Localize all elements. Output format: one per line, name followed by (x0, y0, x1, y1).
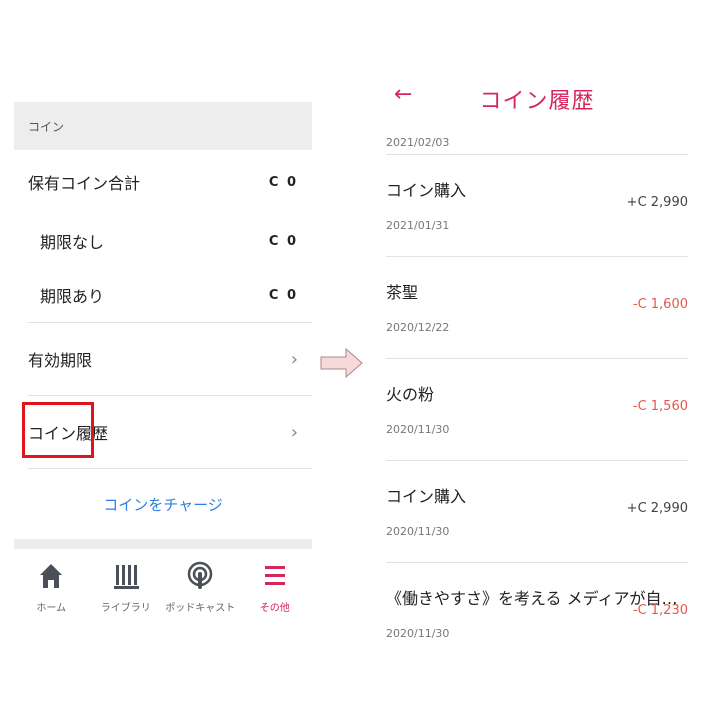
arrow-right-icon (320, 347, 363, 379)
tab-label: その他 (259, 603, 290, 614)
history-item-date: 2020/11/30 (386, 423, 450, 436)
page-title: コイン履歴 (479, 89, 595, 114)
total-coins-value: C 0 (268, 174, 298, 190)
history-item-name: 茶聖 (386, 283, 419, 302)
history-item[interactable]: 火の粉 2020/11/30 -C 1,560 (386, 358, 688, 460)
menu-icon (264, 566, 285, 585)
highlight-box (22, 402, 94, 458)
podcast-icon (188, 561, 213, 589)
coin-history-screen: ← コイン履歴 2021/02/03 コイン購入 2021/01/31 +C 2… (386, 70, 688, 645)
charge-coins-link[interactable]: コインをチャージ (14, 469, 312, 539)
tab-home[interactable]: ホーム (15, 561, 87, 614)
section-separator (14, 539, 312, 549)
total-coins-label: 保有コイン合計 (28, 174, 141, 193)
no-limit-label: 期限なし (40, 233, 105, 252)
chevron-right-icon: › (290, 421, 298, 443)
tab-other[interactable]: その他 (239, 561, 311, 614)
coin-section-header: コイン (14, 102, 312, 150)
coin-history-row[interactable]: コイン履歴 › (14, 396, 312, 468)
history-item-date: 2020/11/30 (386, 525, 450, 538)
limit-label: 期限あり (40, 287, 105, 306)
expiry-row[interactable]: 有効期限 › (14, 323, 312, 395)
expiry-label: 有効期限 (28, 351, 93, 370)
history-item-date: 2020/12/22 (386, 321, 450, 334)
history-item-date: 2020/11/30 (386, 627, 450, 640)
coin-settings-panel: コイン 保有コイン合計 C 0 期限なし C 0 期限あり C 0 有効期限 ›… (14, 102, 312, 642)
history-item[interactable]: コイン購入 2020/11/30 +C 2,990 (386, 460, 688, 562)
tab-library[interactable]: ライブラリ (90, 561, 162, 614)
history-item[interactable]: 《働きやすさ》を考える メディアが自… 2020/11/30 -C 1,230 (386, 562, 688, 645)
history-item-name: コイン購入 (386, 487, 467, 506)
history-item-amount: +C 2,990 (626, 501, 688, 516)
chevron-right-icon: › (290, 348, 298, 370)
limit-value: C 0 (268, 287, 298, 303)
bottom-tab-bar: ホーム ライブラリ ポッドキャスト その他 (14, 549, 312, 614)
tab-label: ホーム (36, 603, 67, 614)
library-icon (113, 565, 139, 589)
history-item-amount: -C 1,600 (632, 297, 688, 312)
tab-label: ポッドキャスト (165, 603, 236, 614)
home-icon (40, 564, 63, 588)
history-item-date: 2021/01/31 (386, 219, 450, 232)
total-coins-row: 保有コイン合計 C 0 (14, 150, 312, 214)
limit-row: 期限あり C 0 (14, 268, 312, 322)
history-item-amount: -C 1,230 (632, 603, 688, 618)
back-arrow-icon[interactable]: ← (394, 82, 412, 107)
charge-coins-label: コインをチャージ (103, 495, 223, 514)
section-label: コイン (28, 119, 65, 134)
header: ← コイン履歴 (386, 70, 688, 128)
history-item-amount: -C 1,560 (632, 399, 688, 414)
partial-item-date: 2021/02/03 (386, 136, 450, 149)
no-limit-row: 期限なし C 0 (14, 214, 312, 268)
history-item-name: 火の粉 (386, 385, 435, 404)
no-limit-value: C 0 (268, 233, 298, 249)
history-item[interactable]: コイン購入 2021/01/31 +C 2,990 (386, 154, 688, 256)
history-item-name: コイン購入 (386, 181, 467, 200)
tab-podcast[interactable]: ポッドキャスト (164, 561, 236, 614)
tab-label: ライブラリ (100, 603, 151, 614)
history-item-amount: +C 2,990 (626, 195, 688, 210)
history-item[interactable]: 茶聖 2020/12/22 -C 1,600 (386, 256, 688, 358)
